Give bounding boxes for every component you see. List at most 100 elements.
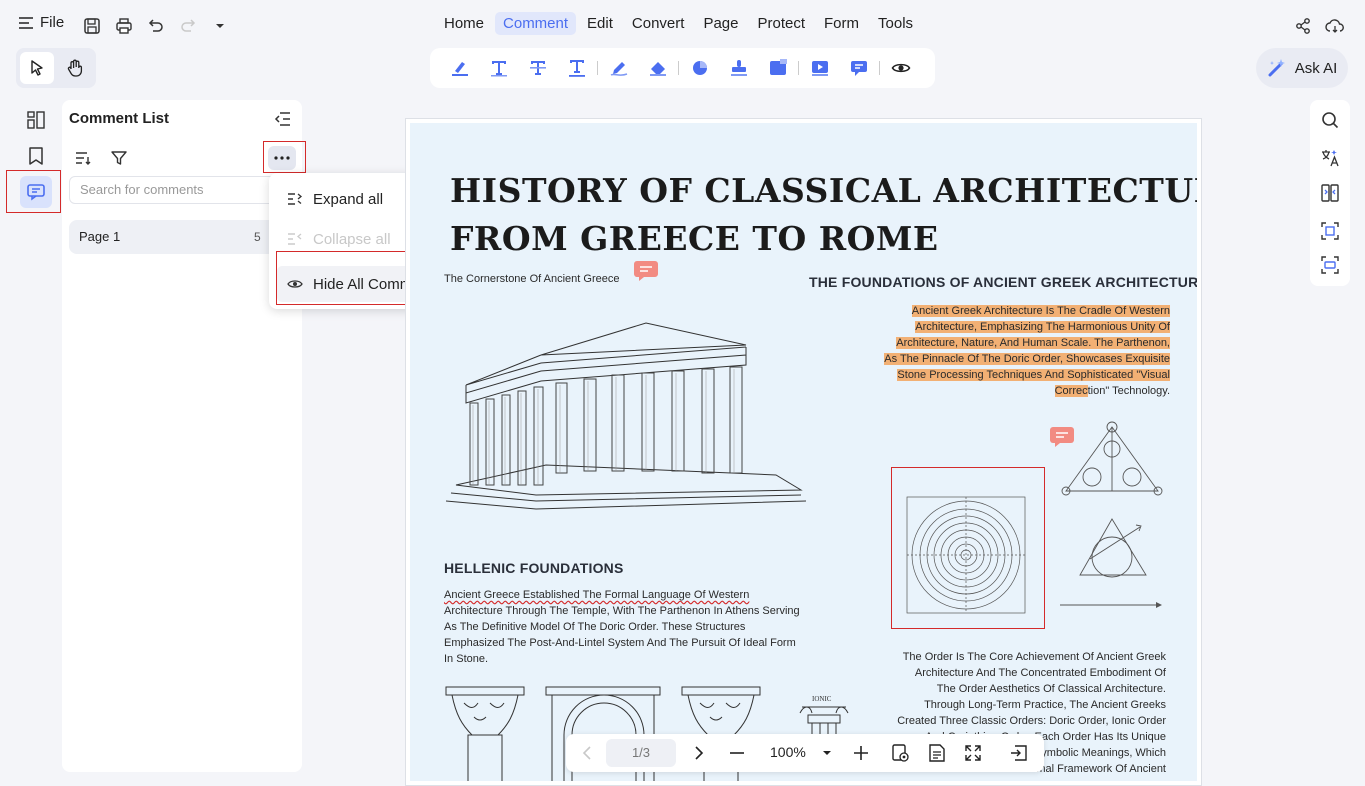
menu-page[interactable]: Page <box>695 12 746 35</box>
menu-form[interactable]: Form <box>816 12 867 35</box>
text-line: Ancient Greece Established The Formal La… <box>444 589 750 601</box>
hand-tool-button[interactable] <box>58 52 92 84</box>
bookmark-icon[interactable] <box>20 140 52 172</box>
highlighted-text: Architecture, Emphasizing The Harmonious… <box>915 321 1170 333</box>
foundations-heading: THE FOUNDATIONS OF ANCIENT GREEK ARCHITE… <box>809 274 1197 290</box>
zoom-dropdown-icon[interactable] <box>816 742 838 764</box>
hellenic-heading: HELLENIC FOUNDATIONS <box>444 560 624 576</box>
cornerstone-caption: The Cornerstone Of Ancient Greece <box>444 273 620 285</box>
save-icon[interactable] <box>81 15 103 37</box>
collapse-all-icon <box>288 233 302 245</box>
menu-home[interactable]: Home <box>436 12 492 35</box>
right-rail <box>1310 100 1350 286</box>
highlighted-text: Stone Processing Techniques And Sophisti… <box>897 369 1170 381</box>
toolbar-divider <box>678 61 679 75</box>
quick-access-dropdown-icon[interactable] <box>209 15 231 37</box>
translate-icon[interactable] <box>1319 147 1341 169</box>
hamburger-icon <box>19 16 33 29</box>
page-number-input[interactable]: 1/3 <box>606 739 676 767</box>
menu-comment[interactable]: Comment <box>495 12 577 35</box>
expand-all-label: Expand all <box>313 190 384 208</box>
strikethrough-tool-icon[interactable] <box>518 53 557 83</box>
expand-all-icon <box>288 193 303 205</box>
area-tool-icon[interactable] <box>758 53 797 83</box>
next-page-icon[interactable] <box>688 742 710 764</box>
text-line: The Order Aesthetics Of Classical Archit… <box>936 683 1166 695</box>
plain-text: tion" Technology. <box>1087 385 1170 397</box>
sort-icon[interactable] <box>72 147 94 169</box>
ask-ai-button[interactable]: Ask AI <box>1256 48 1348 88</box>
highlight-tool-icon[interactable] <box>440 53 479 83</box>
annotation-highlight-box <box>6 170 61 213</box>
toolbar-divider <box>879 61 880 75</box>
filter-icon[interactable] <box>108 147 130 169</box>
pdf-page-content: HISTORY OF CLASSICAL ARCHITECTURE: FROM … <box>410 123 1197 781</box>
undo-icon[interactable] <box>145 15 167 37</box>
collapse-panel-icon[interactable] <box>274 110 292 128</box>
hand-icon <box>67 59 83 77</box>
main-menu: Home Comment Edit Convert Page Protect F… <box>436 12 924 35</box>
file-menu-label: File <box>40 14 65 31</box>
pen-tool-icon[interactable] <box>599 53 638 83</box>
page-navigation-bar: 1/3 100% <box>566 734 1044 772</box>
mode-switcher <box>16 48 96 88</box>
ai-sparkle-icon <box>1268 59 1285 77</box>
collapse-nav-icon[interactable] <box>1008 742 1030 764</box>
parthenon-illustration <box>446 322 806 510</box>
shape-tool-icon[interactable] <box>680 53 719 83</box>
toolbar-divider <box>798 61 799 75</box>
highlighted-text: Architecture, Nature, And Human Scale. T… <box>896 337 1170 349</box>
highlighted-text: Ancient Greek Architecture Is The Cradle… <box>911 305 1170 317</box>
note-tool-icon[interactable] <box>839 53 878 83</box>
page-group-count: 5 <box>254 230 261 244</box>
menu-tools[interactable]: Tools <box>870 12 921 35</box>
menu-edit[interactable]: Edit <box>579 12 621 35</box>
text-line: Architecture, Emphasizing The Harmonious… <box>850 319 1170 335</box>
annotation-highlight-box <box>263 141 306 173</box>
file-menu-button[interactable]: File <box>18 14 64 31</box>
underline-tool-icon[interactable] <box>557 53 596 83</box>
fullscreen-icon[interactable] <box>962 742 984 764</box>
prev-page-icon[interactable] <box>576 742 598 764</box>
ocr-scan-icon[interactable] <box>1319 254 1341 276</box>
comment-page-group[interactable]: Page 1 5 <box>69 220 299 254</box>
text-line: Created Three Classic Orders: Doric Orde… <box>897 715 1166 727</box>
redo-icon[interactable] <box>177 15 199 37</box>
collapse-all-label: Collapse all <box>313 230 391 248</box>
text-line: As The Definitive Model Of The Doric Ord… <box>444 621 746 633</box>
cloud-sync-icon[interactable] <box>1324 15 1346 37</box>
text-line: Through Long-Term Practice, The Ancient … <box>924 699 1166 711</box>
stamp-tool-icon[interactable] <box>719 53 758 83</box>
compare-icon[interactable] <box>1319 182 1341 204</box>
toolbar-divider <box>597 61 598 75</box>
screenshot-icon[interactable] <box>1319 220 1341 242</box>
panel-title: Comment List <box>69 110 170 127</box>
highlighted-text: Correc <box>1054 385 1088 397</box>
text-line: Ancient Greek Architecture Is The Cradle… <box>850 303 1170 319</box>
doc-title-line2: FROM GREECE TO ROME <box>450 219 939 258</box>
select-tool-button[interactable] <box>20 52 54 84</box>
zoom-out-icon[interactable] <box>726 742 748 764</box>
show-comments-eye-icon[interactable] <box>881 53 920 83</box>
text-line: The Order Is The Core Achievement Of Anc… <box>902 651 1166 663</box>
share-icon[interactable] <box>1292 15 1314 37</box>
page-layout-icon[interactable] <box>926 742 948 764</box>
thumbnails-icon[interactable] <box>20 104 52 136</box>
zoom-in-icon[interactable] <box>850 742 872 764</box>
read-mode-icon[interactable] <box>890 742 912 764</box>
menu-protect[interactable]: Protect <box>749 12 813 35</box>
comment-toolbar <box>430 48 935 88</box>
comment-search-input[interactable]: Search for comments <box>69 176 299 204</box>
zoom-level[interactable]: 100% <box>770 744 806 760</box>
attachment-tool-icon[interactable] <box>800 53 839 83</box>
cursor-icon <box>31 60 43 76</box>
print-icon[interactable] <box>113 15 135 37</box>
eraser-tool-icon[interactable] <box>638 53 677 83</box>
text-tool-icon[interactable] <box>479 53 518 83</box>
text-line: Architecture, Nature, And Human Scale. T… <box>850 335 1170 351</box>
search-icon[interactable] <box>1319 109 1341 131</box>
text-line: Architecture And The Concentrated Embodi… <box>914 667 1166 679</box>
menu-convert[interactable]: Convert <box>624 12 693 35</box>
triangle-geometry-figure <box>1060 421 1163 608</box>
sticky-note-icon[interactable] <box>634 261 658 281</box>
